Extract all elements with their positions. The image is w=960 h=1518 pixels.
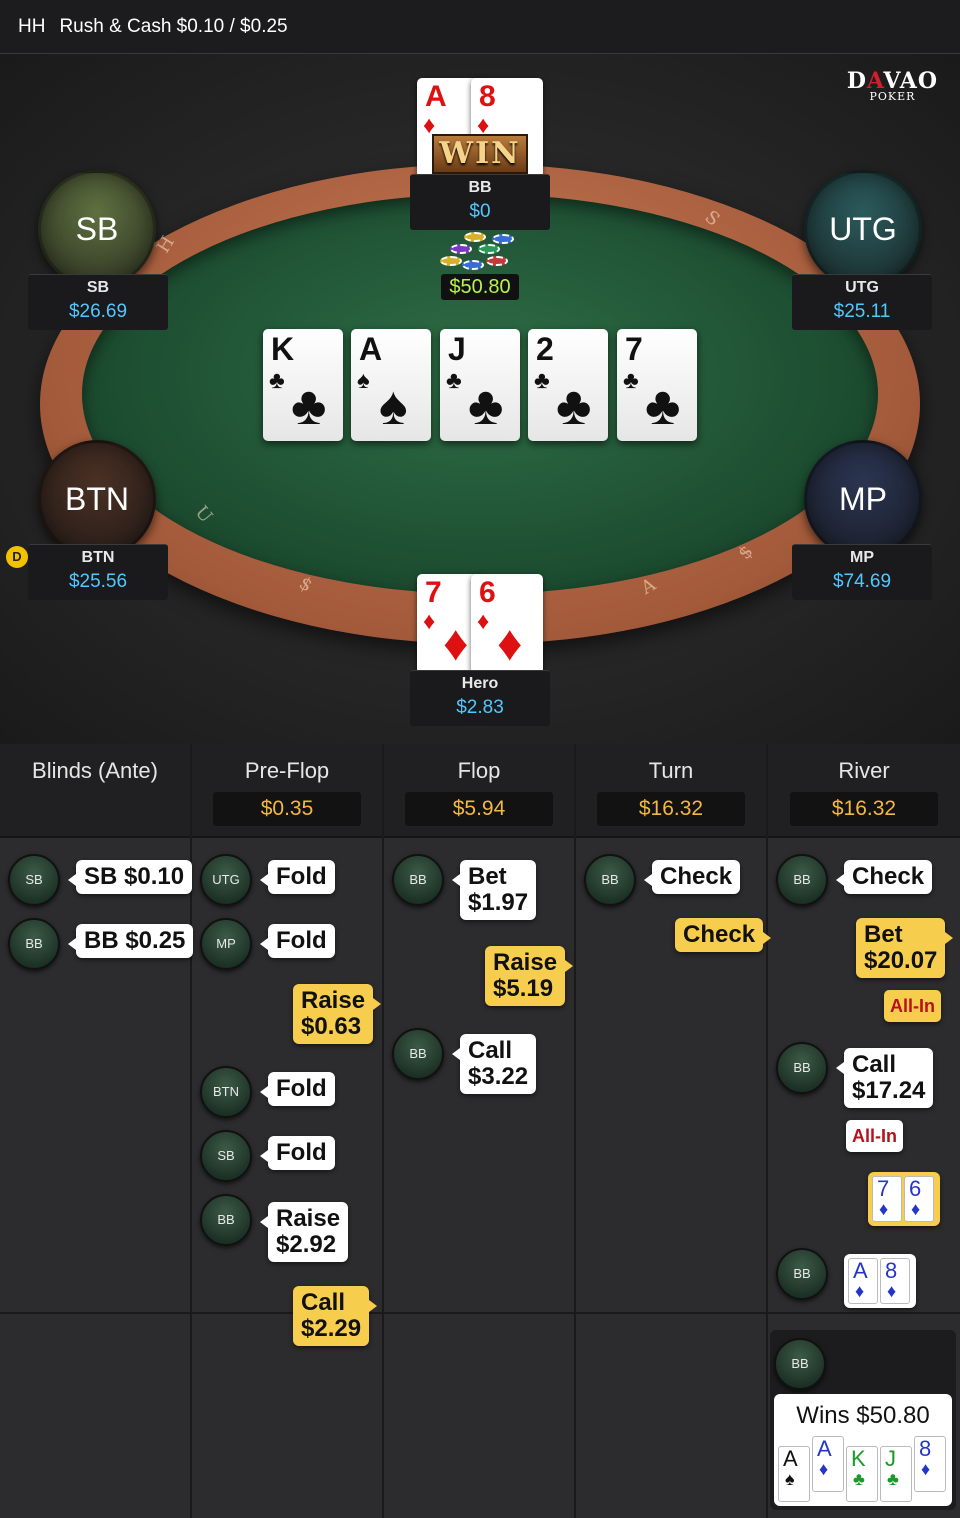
poker-table-area: H U $ A $ S DAVAO POKER A ♦ 8 ♦ WIN BB $0 …	[0, 54, 960, 744]
hero-shown-cards: 7 ♦ 6 ♦	[868, 1172, 940, 1226]
seat-name: BTN	[81, 549, 115, 566]
hero-action-bubble: Bet $20.07	[856, 918, 954, 978]
seat-plate-hero[interactable]: Hero $2.83	[410, 670, 550, 726]
action-bubble: Fold	[260, 1136, 335, 1170]
hand-history-log: Blinds (Ante) Pre-Flop $0.35 Flop $5.94 Tu…	[0, 744, 960, 1518]
board-card-5: 7 ♣ ♣	[617, 329, 697, 441]
column-title: Flop	[457, 758, 501, 783]
dealer-button-icon: D	[6, 546, 28, 568]
pot-chips-icon	[438, 226, 524, 276]
column-pot: $0.35	[213, 792, 361, 826]
position-badge: BB	[584, 854, 636, 906]
shown-card: 6 ♦	[904, 1176, 934, 1222]
game-title: Rush & Cash $0.10 / $0.25	[59, 15, 288, 37]
action-bubble: Fold	[260, 924, 335, 958]
position-badge: BB	[776, 1042, 828, 1094]
action-bubble: Call $3.22	[451, 1034, 537, 1094]
position-badge: SB	[8, 854, 60, 906]
action-bubble: SB $0.10	[67, 860, 193, 894]
seat-plate-bb[interactable]: BB $0	[410, 174, 550, 230]
seat-name: SB	[86, 279, 110, 296]
column-pot: $16.32	[597, 792, 745, 826]
winning-card: J ♣	[880, 1446, 912, 1502]
winner-result: Wins $50.80 A ♠ A ♦ K ♣ J ♣ 8 ♦	[774, 1394, 952, 1506]
column-title: River	[838, 758, 890, 783]
shown-card: 8 ♦	[880, 1258, 910, 1304]
action-bubble: Check	[835, 860, 933, 894]
position-badge: BB	[392, 1028, 444, 1080]
winning-hand: A ♠ A ♦ K ♣ J ♣ 8 ♦	[778, 1436, 948, 1502]
column-title: Blinds (Ante)	[32, 758, 158, 783]
shown-card: 7 ♦	[872, 1176, 902, 1222]
seat-stack: $2.83	[456, 697, 504, 718]
seat-avatar-mp[interactable]: MP	[804, 440, 922, 558]
action-bubble: Check	[643, 860, 741, 894]
winning-card: A ♦	[812, 1436, 844, 1492]
column-title: Pre-Flop	[244, 758, 330, 783]
position-badge: MP	[200, 918, 252, 970]
position-badge: BB	[200, 1194, 252, 1246]
action-bubble: Fold	[260, 1072, 335, 1106]
board-card-1: K ♣ ♣	[263, 329, 343, 441]
shown-card: A ♦	[848, 1258, 878, 1304]
seat-plate-mp[interactable]: MP $74.69	[792, 544, 932, 600]
position-badge: BB	[776, 854, 828, 906]
bb-shown-cards: A ♦ 8 ♦	[844, 1254, 916, 1308]
seat-stack: $25.11	[833, 301, 891, 322]
position-badge: BB	[774, 1338, 826, 1390]
action-bubble: BB $0.25	[67, 924, 194, 958]
position-badge: BB	[8, 918, 60, 970]
action-bubble: Raise $2.92	[259, 1202, 349, 1262]
winner-box: BB Wins $50.80 A ♠ A ♦ K ♣ J ♣ 8 ♦	[770, 1330, 956, 1510]
seat-name: MP	[850, 549, 874, 566]
action-bubble: Bet $1.97	[451, 860, 537, 920]
seat-stack: $74.69	[832, 571, 892, 592]
seat-stack: $26.69	[68, 301, 128, 322]
hero-action-bubble: Raise $0.63	[293, 984, 382, 1044]
hand-history-label: HH	[18, 15, 46, 37]
seat-plate-utg[interactable]: UTG $25.11	[792, 274, 932, 330]
winner-text: Wins $50.80	[796, 1402, 930, 1429]
action-bubble: Fold	[260, 860, 335, 894]
seat-avatar-utg[interactable]: UTG	[804, 170, 922, 288]
board-card-2: A ♠ ♠	[351, 329, 431, 441]
winning-card: 8 ♦	[914, 1436, 946, 1492]
column-pot: $16.32	[790, 792, 938, 826]
seat-stack: $0	[469, 201, 491, 222]
hero-hole-card-2: 6 ♦ ♦	[471, 574, 543, 674]
row-divider	[0, 1312, 960, 1314]
seat-plate-sb[interactable]: SB $26.69	[28, 274, 168, 330]
hero-action-bubble: Raise $5.19	[485, 946, 574, 1006]
seat-avatar-btn[interactable]: BTN	[38, 440, 156, 558]
winning-card: A ♠	[778, 1446, 810, 1502]
all-in-badge: All-In	[884, 990, 941, 1022]
header-bar: HH Rush & Cash $0.10 / $0.25	[0, 0, 960, 54]
position-badge: SB	[200, 1130, 252, 1182]
action-bubble: Call $17.24	[835, 1048, 934, 1108]
position-badge: BB	[392, 854, 444, 906]
davao-poker-logo: DAVAO POKER	[846, 68, 938, 103]
win-banner: WIN	[432, 134, 528, 174]
hero-action-bubble: Check	[675, 918, 772, 952]
column-title: Turn	[648, 758, 694, 783]
board-card-3: J ♣ ♣	[440, 329, 520, 441]
position-badge: UTG	[200, 854, 252, 906]
seat-name: BB	[468, 179, 492, 196]
seat-plate-btn[interactable]: BTN $25.56	[28, 544, 168, 600]
board-card-4: 2 ♣ ♣	[528, 329, 608, 441]
seat-name: UTG	[845, 279, 879, 296]
column-pot: $5.94	[405, 792, 553, 826]
seat-stack: $25.56	[68, 571, 128, 592]
pot-amount: $50.80	[441, 274, 519, 300]
winning-card: K ♣	[846, 1446, 878, 1502]
seat-name: Hero	[461, 675, 499, 692]
position-badge: BB	[776, 1248, 828, 1300]
hero-action-bubble: Call $2.29	[293, 1286, 378, 1346]
all-in-badge: All-In	[846, 1120, 903, 1152]
position-badge: BTN	[200, 1066, 252, 1118]
seat-avatar-sb[interactable]: SB	[38, 170, 156, 288]
